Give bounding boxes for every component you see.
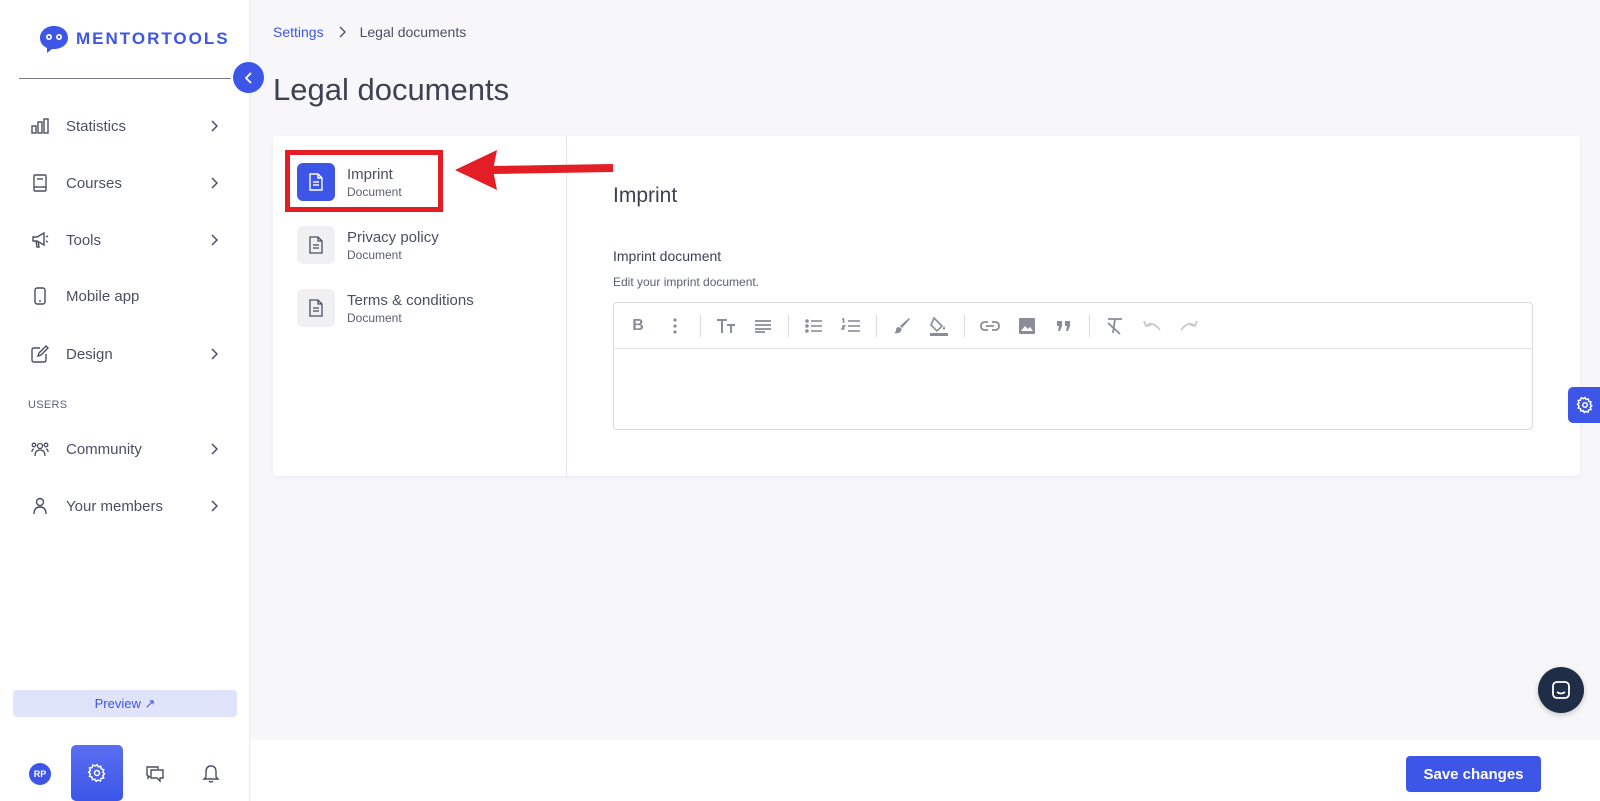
toolbar-separator [700, 314, 701, 337]
sidebar-divider [19, 78, 231, 79]
annotation-arrow [455, 150, 614, 190]
logo[interactable]: MENTORTOOLS [38, 24, 230, 54]
chevron-right-icon [208, 234, 220, 246]
avatar[interactable]: RP [29, 763, 51, 785]
sidebar-item-label: Statistics [66, 117, 127, 135]
field-label: Imprint document [613, 248, 722, 264]
rich-text-editor: B [613, 302, 1533, 430]
settings-tab[interactable] [71, 745, 123, 801]
breadcrumb-current: Legal documents [359, 24, 467, 40]
document-subtitle: Document [347, 247, 402, 262]
chat-icon [1552, 681, 1570, 699]
undo-icon[interactable] [1140, 314, 1164, 338]
sidebar-item-design[interactable]: Design [30, 339, 220, 369]
section-title: Imprint [613, 184, 678, 207]
document-icon [297, 226, 335, 264]
pencil-icon [30, 344, 50, 364]
sidebar: MENTORTOOLS Statistics Courses Tools Mob… [0, 0, 250, 801]
phone-icon [30, 286, 50, 306]
sidebar-item-label: Tools [66, 231, 102, 249]
bullet-list-icon[interactable] [802, 314, 826, 338]
toolbar-separator [1089, 314, 1090, 337]
footer-bar [251, 740, 1600, 801]
toolbar-separator [964, 314, 965, 337]
document-subtitle: Document [347, 310, 402, 325]
fill-color-icon[interactable] [927, 314, 951, 338]
breadcrumb-settings-link[interactable]: Settings [273, 24, 324, 40]
bar-chart-icon [30, 116, 50, 136]
sidebar-item-mobile-app[interactable]: Mobile app [30, 281, 220, 311]
chevron-right-icon [208, 348, 220, 360]
collapse-sidebar-button[interactable] [233, 62, 264, 93]
sidebar-item-your-members[interactable]: Your members [30, 491, 220, 521]
chat-launcher-button[interactable] [1538, 667, 1584, 713]
annotation-highlight-box [285, 150, 443, 212]
users-icon [30, 439, 50, 459]
bold-icon[interactable]: B [626, 314, 650, 338]
sidebar-item-label: Courses [66, 174, 122, 192]
toolbar-separator [876, 314, 877, 337]
link-icon[interactable] [978, 314, 1002, 338]
chat-bubbles-tab[interactable] [144, 763, 166, 785]
redo-icon[interactable] [1177, 314, 1201, 338]
breadcrumb: Settings Legal documents [273, 24, 466, 40]
document-item-terms-conditions[interactable]: Terms & conditions Document [297, 287, 547, 329]
gear-icon [87, 763, 106, 783]
more-vertical-icon[interactable] [663, 314, 687, 338]
megaphone-icon [30, 230, 50, 250]
document-title: Terms & conditions [347, 291, 474, 309]
chevron-right-icon [339, 26, 346, 38]
chevron-right-icon [208, 120, 220, 132]
book-icon [30, 173, 50, 193]
brush-icon[interactable] [890, 314, 914, 338]
image-icon[interactable] [1015, 314, 1039, 338]
sidebar-item-tools[interactable]: Tools [30, 225, 220, 255]
editor-body[interactable] [614, 349, 1532, 429]
document-item-privacy-policy[interactable]: Privacy policy Document [297, 224, 547, 266]
chevron-left-icon [244, 71, 252, 84]
user-icon [30, 496, 50, 516]
bell-icon [202, 765, 220, 783]
chevron-right-icon [208, 177, 220, 189]
sidebar-bottom-bar: RP [0, 745, 250, 801]
document-title: Privacy policy [347, 228, 439, 246]
quote-icon[interactable] [1052, 314, 1076, 338]
sidebar-item-label: Design [66, 345, 113, 363]
gear-icon [1576, 396, 1593, 414]
editor-toolbar: B [614, 303, 1532, 349]
sidebar-item-statistics[interactable]: Statistics [30, 111, 220, 141]
page-title: Legal documents [273, 72, 510, 107]
clear-format-icon[interactable] [1103, 314, 1127, 338]
chevron-right-icon [208, 500, 220, 512]
numbered-list-icon[interactable] [839, 314, 863, 338]
floating-settings-button[interactable] [1568, 387, 1600, 423]
preview-button[interactable]: Preview ↗ [13, 690, 237, 717]
sidebar-item-label: Mobile app [66, 287, 140, 305]
align-icon[interactable] [751, 314, 775, 338]
sidebar-item-label: Community [66, 440, 142, 458]
chat-bubbles-icon [146, 766, 164, 783]
field-help-text: Edit your imprint document. [613, 275, 760, 289]
editor-area: Imprint Imprint document Edit your impri… [613, 136, 1573, 476]
sidebar-item-community[interactable]: Community [30, 434, 220, 464]
chevron-right-icon [208, 443, 220, 455]
sidebar-item-courses[interactable]: Courses [30, 168, 220, 198]
notifications-tab[interactable] [200, 763, 222, 785]
save-changes-button[interactable]: Save changes [1406, 756, 1541, 792]
document-icon [297, 289, 335, 327]
users-section-label: USERS [28, 399, 68, 411]
logo-text: MENTORTOOLS [76, 29, 230, 48]
toolbar-separator [788, 314, 789, 337]
logo-icon [40, 26, 68, 53]
text-size-icon[interactable] [714, 314, 738, 338]
sidebar-item-label: Your members [66, 497, 163, 515]
